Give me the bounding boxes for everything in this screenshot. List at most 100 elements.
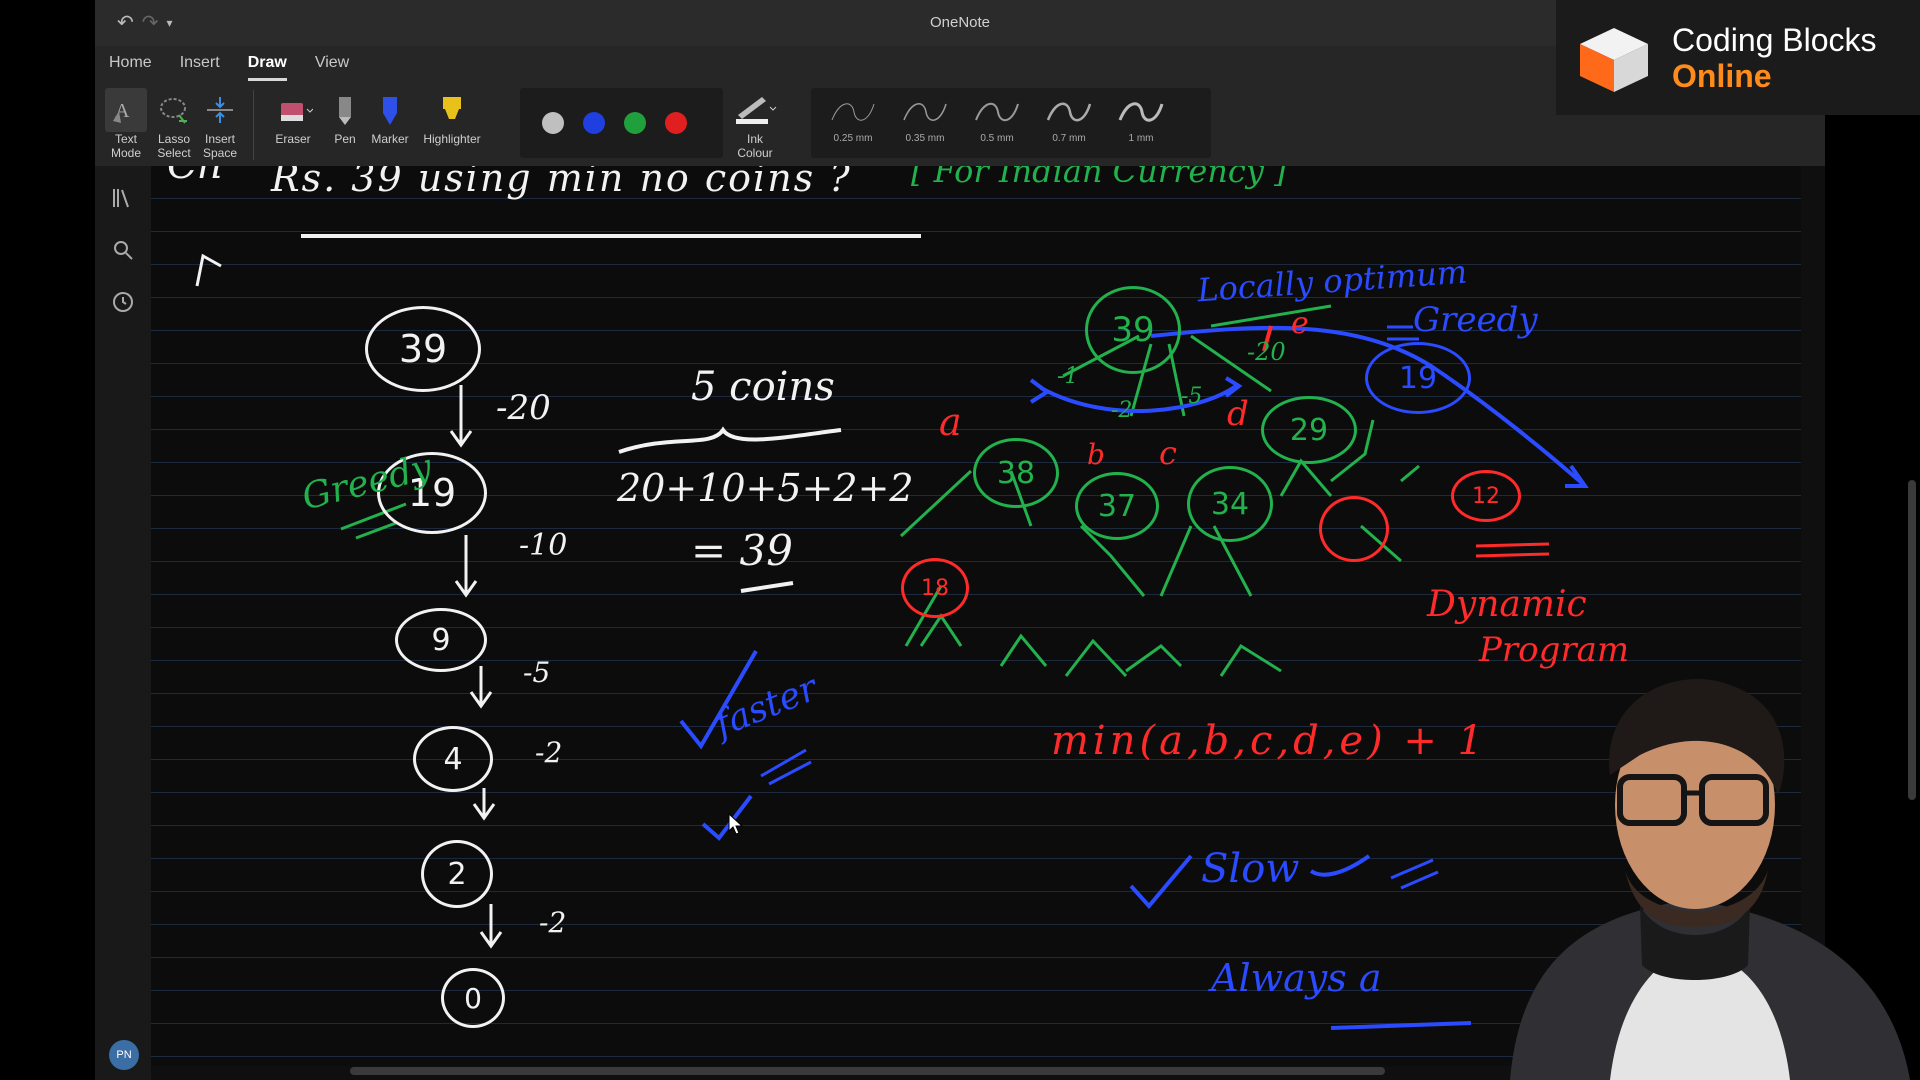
color-swatch-gray[interactable]: [542, 112, 564, 134]
tree-letter-d: d: [1227, 394, 1249, 434]
logo-line-2: Online: [1672, 58, 1772, 94]
greedy-node-2: 2: [421, 840, 493, 908]
thickness-option[interactable]: 0.5 mm: [965, 96, 1029, 144]
pen-color-palette: [520, 88, 723, 158]
tree-edge-label: -5: [1181, 384, 1203, 409]
ink-colour-icon: [727, 88, 783, 132]
greedy-node-9: 9: [395, 608, 487, 672]
tree-letter-b: b: [1087, 438, 1105, 471]
thickness-label: 1 mm: [1128, 133, 1154, 144]
search-icon[interactable]: [111, 238, 135, 262]
highlighter-icon: [417, 88, 487, 132]
recent-notes-icon[interactable]: [111, 290, 135, 314]
always-label: Always a: [1211, 956, 1382, 1000]
slow-label: Slow: [1201, 846, 1300, 892]
red-node: 12: [1451, 470, 1521, 522]
pen-button[interactable]: Pen: [327, 88, 363, 146]
equals-label: = 39: [691, 526, 793, 575]
highlighter-label: Highlighter: [423, 132, 481, 146]
five-coins-label: 5 coins: [691, 364, 835, 410]
thickness-label: 0.7 mm: [1052, 133, 1086, 144]
stroke-preview-icon: [1046, 102, 1092, 122]
user-avatar[interactable]: PN: [109, 1040, 139, 1070]
marker-icon: [369, 88, 411, 132]
step-label: -2: [539, 906, 567, 939]
presenter-webcam: [1510, 679, 1910, 1080]
stroke-preview-icon: [903, 103, 947, 121]
marker-label: Marker: [371, 132, 409, 146]
color-swatch-blue[interactable]: [583, 112, 605, 134]
tab-draw[interactable]: Draw: [247, 54, 287, 81]
lasso-icon: [153, 88, 195, 132]
greedy-node-4: 4: [413, 726, 493, 792]
notebooks-icon[interactable]: [111, 186, 135, 210]
sum-label: 20+10+5+2+2: [617, 466, 914, 510]
stroke-preview-icon: [831, 103, 875, 121]
marker-button[interactable]: Marker: [369, 88, 411, 146]
heading-text: Rs. 39 using min no coins ?: [271, 166, 852, 200]
color-swatch-green[interactable]: [624, 112, 646, 134]
greedy-node-39: 39: [365, 306, 481, 392]
thickness-option[interactable]: 0.35 mm: [893, 96, 957, 144]
dp-tree-root: 39: [1085, 286, 1181, 374]
tree-letter-e: e: [1291, 306, 1309, 341]
red-node: [1319, 496, 1389, 562]
text-mode-label: Text Mode: [110, 132, 142, 160]
insert-space-label: Insert Space: [202, 132, 238, 160]
tab-home[interactable]: Home: [109, 54, 152, 81]
thickness-label: 0.35 mm: [905, 133, 945, 144]
red-node: 18: [901, 558, 969, 618]
dp-tree-node: 19: [1365, 342, 1471, 414]
ink-colour-button[interactable]: Ink Colour: [727, 88, 783, 160]
thickness-option[interactable]: 0.25 mm: [821, 96, 885, 144]
dp-tree-node: 29: [1261, 396, 1357, 464]
stroke-preview-icon: [975, 102, 1019, 122]
dp-tree-node: 34: [1187, 466, 1273, 542]
tree-letter-a: a: [939, 400, 962, 444]
ribbon-divider: [253, 90, 254, 160]
thickness-label: 0.25 mm: [833, 133, 873, 144]
step-label: -10: [519, 528, 568, 563]
tree-edge-label: -1: [1057, 364, 1079, 389]
programming-label: Program: [1479, 630, 1630, 670]
tree-edge-label: -20: [1247, 338, 1286, 366]
dp-tree-node: 37: [1075, 472, 1159, 540]
pen-icon: [327, 88, 363, 132]
horizontal-scrollbar[interactable]: [350, 1067, 1385, 1075]
heading-note-text: [ For Indian Currency ]: [911, 166, 1287, 190]
heading-left-text: Ch: [167, 166, 223, 188]
tree-edge-label: -2: [1111, 398, 1133, 423]
tab-insert[interactable]: Insert: [180, 54, 220, 81]
thickness-option[interactable]: 1 mm: [1109, 96, 1173, 144]
step-label: -2: [535, 736, 563, 769]
thickness-label: 0.5 mm: [980, 133, 1014, 144]
thickness-option[interactable]: 0.7 mm: [1037, 96, 1101, 144]
tree-letter-c: c: [1159, 434, 1177, 472]
pen-thickness-gallery: 0.25 mm 0.35 mm 0.5 mm 0.7 mm 1 mm: [811, 88, 1211, 158]
dp-tree-node: 38: [973, 438, 1059, 508]
logo-line-1: Coding Blocks: [1672, 22, 1877, 58]
ink-colour-label: Ink Colour: [737, 132, 773, 160]
eraser-icon: [267, 88, 319, 132]
step-label: -20: [496, 388, 551, 428]
lasso-select-label: Lasso Select: [157, 132, 191, 160]
eraser-label: Eraser: [275, 132, 311, 146]
color-swatch-red[interactable]: [665, 112, 687, 134]
step-label: -5: [523, 656, 551, 689]
cube-logo-icon: [1580, 28, 1648, 92]
coding-blocks-logo: Coding Blocks Online: [1556, 0, 1920, 115]
eraser-button[interactable]: Eraser: [267, 88, 319, 146]
lasso-select-button[interactable]: Lasso Select: [153, 88, 195, 160]
ribbon-tabs: Home Insert Draw View: [109, 54, 349, 81]
text-mode-icon: A: [105, 88, 147, 132]
insert-space-button[interactable]: Insert Space: [199, 88, 241, 160]
highlighter-button[interactable]: Highlighter: [417, 88, 487, 146]
tab-view[interactable]: View: [315, 54, 349, 81]
greedy-node-0: 0: [441, 968, 505, 1028]
dynamic-label: Dynamic: [1427, 584, 1587, 625]
text-mode-button[interactable]: A Text Mode: [105, 88, 147, 160]
pen-label: Pen: [334, 132, 356, 146]
greedy-right-label: Greedy: [1413, 300, 1538, 340]
mouse-cursor-icon: [728, 813, 744, 835]
stroke-preview-icon: [1118, 102, 1164, 122]
